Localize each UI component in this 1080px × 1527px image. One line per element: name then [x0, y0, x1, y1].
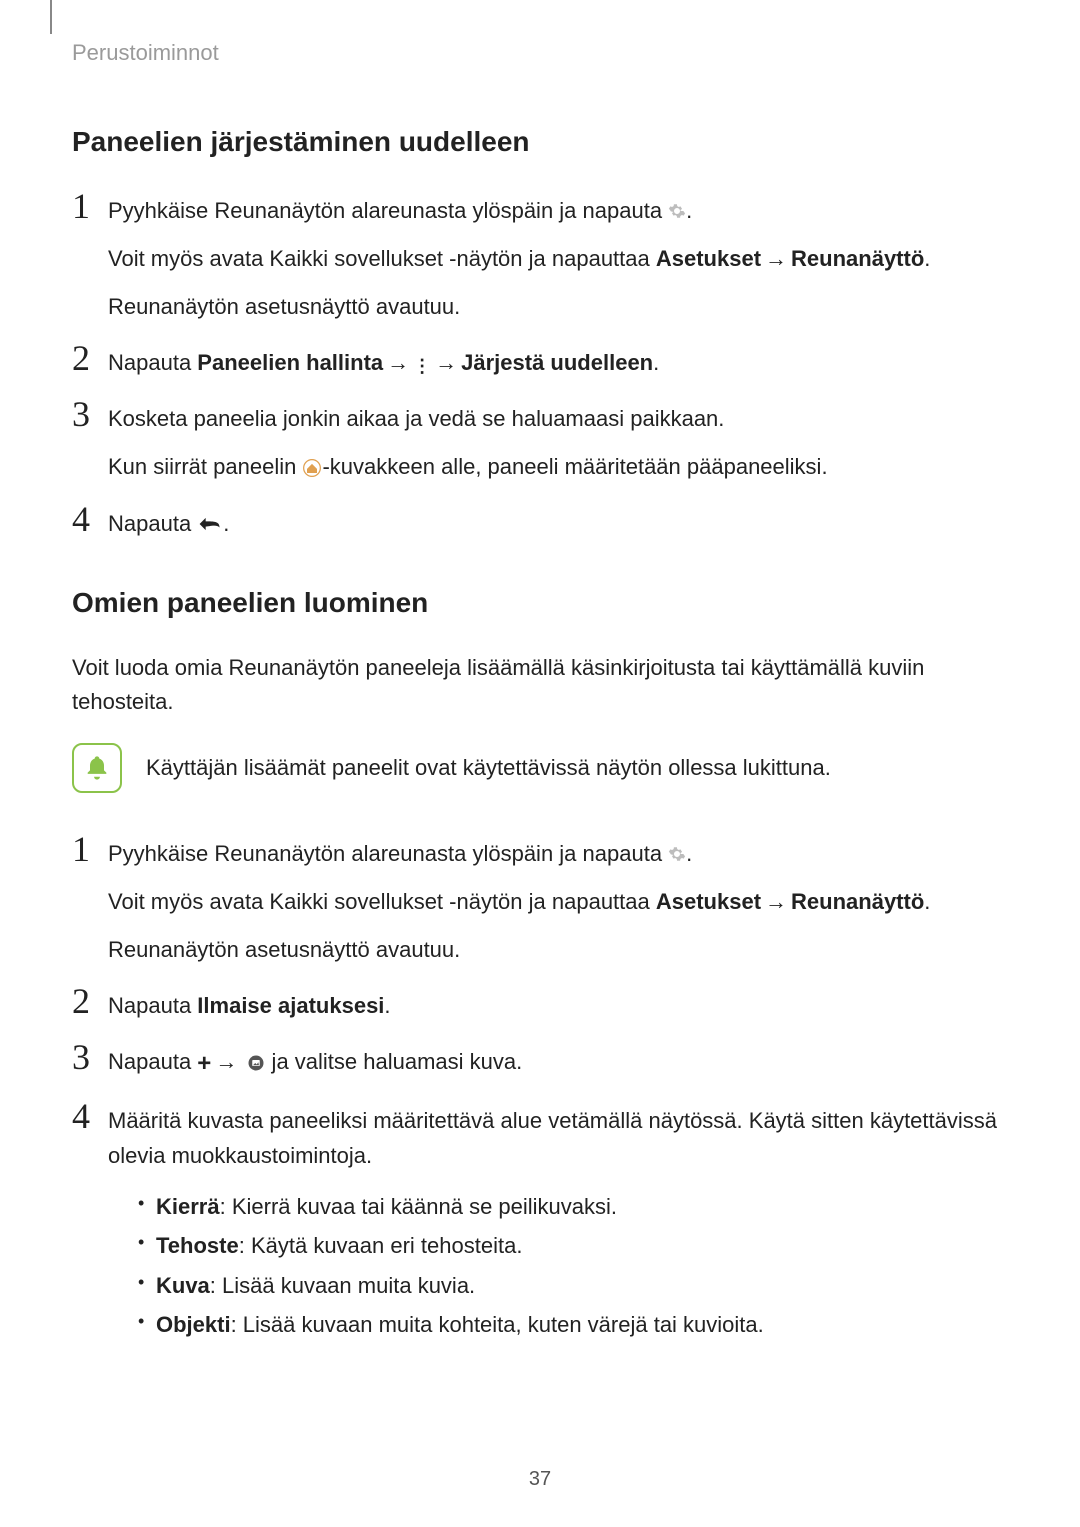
step-body: Napauta . [108, 503, 1008, 541]
note-bell-icon [72, 743, 122, 793]
top-margin-bar [50, 0, 52, 34]
step-text: Kun siirrät paneelin -kuvakkeen alle, pa… [108, 450, 1008, 484]
step-body: Pyyhkäise Reunanäytön alareunasta ylöspä… [108, 833, 1008, 967]
step-number: 3 [72, 398, 108, 430]
list-item: Kierrä: Kierrä kuvaa tai käännä se peili… [138, 1187, 1008, 1227]
section-heading-create: Omien paneelien luominen [72, 587, 1008, 619]
step-text: Napauta Ilmaise ajatuksesi. [108, 989, 1008, 1023]
note-box: Käyttäjän lisäämät paneelit ovat käytett… [72, 743, 1008, 793]
step-body: Pyyhkäise Reunanäytön alareunasta ylöspä… [108, 190, 1008, 324]
section-intro: Voit luoda omia Reunanäytön paneeleja li… [72, 651, 1008, 719]
step-body: Kosketa paneelia jonkin aikaa ja vedä se… [108, 398, 1008, 484]
step-3b: 3 Napauta +→ ja valitse haluamasi kuva. [72, 1041, 1008, 1082]
step-number: 4 [72, 503, 108, 535]
step-1: 1 Pyyhkäise Reunanäytön alareunasta ylös… [72, 190, 1008, 324]
step-text: Napauta Paneelien hallinta→⋮→Järjestä uu… [108, 346, 1008, 380]
list-item: Tehoste: Käytä kuvaan eri tehosteita. [138, 1226, 1008, 1266]
step-text: Reunanäytön asetusnäyttö avautuu. [108, 933, 1008, 967]
step-2b: 2 Napauta Ilmaise ajatuksesi. [72, 985, 1008, 1023]
section-heading-rearrange: Paneelien järjestäminen uudelleen [72, 126, 1008, 158]
step-body: Napauta +→ ja valitse haluamasi kuva. [108, 1041, 1008, 1082]
step-body: Napauta Ilmaise ajatuksesi. [108, 985, 1008, 1023]
bullet-list: Kierrä: Kierrä kuvaa tai käännä se peili… [108, 1187, 1008, 1345]
step-number: 2 [72, 342, 108, 374]
gear-icon [668, 839, 686, 857]
home-icon [302, 454, 322, 474]
step-text: Voit myös avata Kaikki sovellukset -näyt… [108, 242, 1008, 276]
step-number: 2 [72, 985, 108, 1017]
page: Perustoiminnot Paneelien järjestäminen u… [0, 0, 1080, 1527]
step-1b: 1 Pyyhkäise Reunanäytön alareunasta ylös… [72, 833, 1008, 967]
step-text: Napauta . [108, 507, 1008, 541]
step-4b: 4 Määritä kuvasta paneeliksi määritettäv… [72, 1100, 1008, 1345]
note-text: Käyttäjän lisäämät paneelit ovat käytett… [146, 751, 831, 784]
step-body: Napauta Paneelien hallinta→⋮→Järjestä uu… [108, 342, 1008, 380]
list-item: Kuva: Lisää kuvaan muita kuvia. [138, 1266, 1008, 1306]
breadcrumb: Perustoiminnot [72, 40, 1008, 66]
step-number: 1 [72, 833, 108, 865]
step-text: Pyyhkäise Reunanäytön alareunasta ylöspä… [108, 194, 1008, 228]
step-text: Voit myös avata Kaikki sovellukset -näyt… [108, 885, 1008, 919]
gear-icon [668, 196, 686, 214]
list-item: Objekti: Lisää kuvaan muita kohteita, ku… [138, 1305, 1008, 1345]
plus-icon: + [197, 1045, 211, 1082]
step-number: 1 [72, 190, 108, 222]
step-2: 2 Napauta Paneelien hallinta→⋮→Järjestä … [72, 342, 1008, 380]
step-number: 3 [72, 1041, 108, 1073]
image-icon [247, 1048, 265, 1066]
step-text: Määritä kuvasta paneeliksi määritettävä … [108, 1104, 1008, 1172]
step-text: Kosketa paneelia jonkin aikaa ja vedä se… [108, 402, 1008, 436]
step-body: Määritä kuvasta paneeliksi määritettävä … [108, 1100, 1008, 1345]
step-4: 4 Napauta . [72, 503, 1008, 541]
step-text: Napauta +→ ja valitse haluamasi kuva. [108, 1045, 1008, 1082]
page-number: 37 [0, 1468, 1080, 1491]
back-icon [197, 509, 223, 527]
step-text: Pyyhkäise Reunanäytön alareunasta ylöspä… [108, 837, 1008, 871]
step-number: 4 [72, 1100, 108, 1132]
more-dots-icon: ⋮ [413, 361, 431, 371]
step-3: 3 Kosketa paneelia jonkin aikaa ja vedä … [72, 398, 1008, 484]
step-text: Reunanäytön asetusnäyttö avautuu. [108, 290, 1008, 324]
